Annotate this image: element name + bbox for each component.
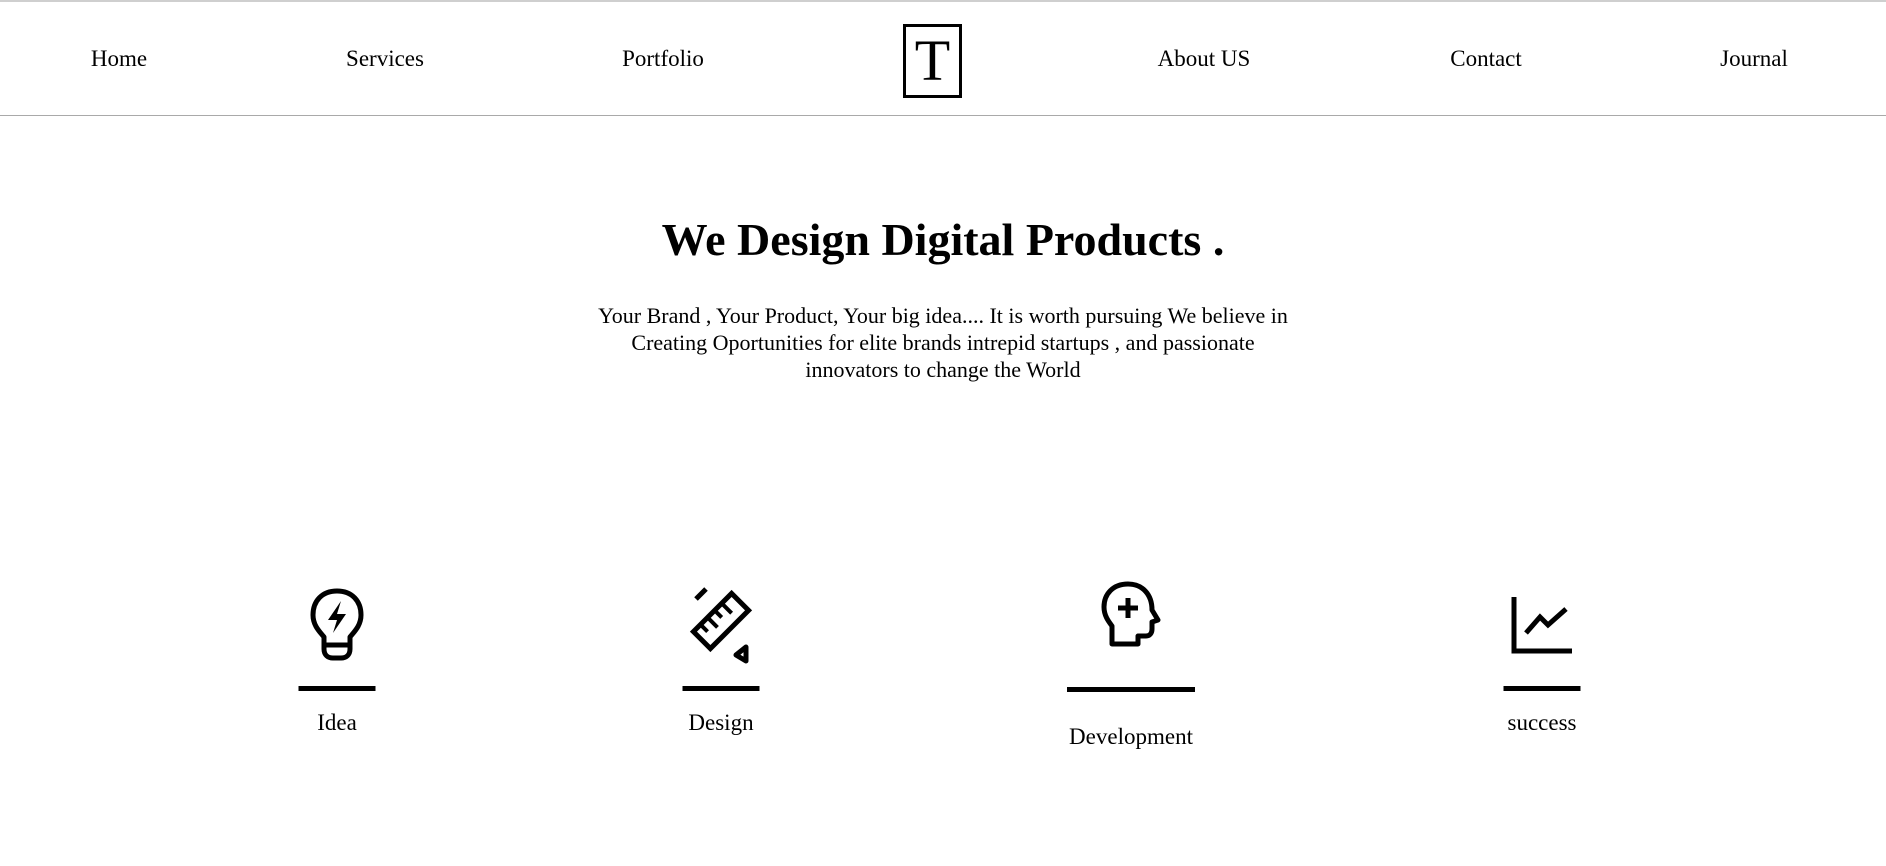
feature-idea-label: Idea [317, 710, 357, 735]
hero-description: Your Brand , Your Product, Your big idea… [598, 303, 1288, 382]
feature-development: Development [1066, 580, 1196, 755]
feature-design-divider [682, 686, 760, 691]
feature-development-divider [1067, 687, 1195, 692]
top-navigation: Home Services Portfolio T About US Conta… [0, 0, 1886, 116]
feature-success-divider [1503, 686, 1581, 691]
nav-contact[interactable]: Contact [1450, 45, 1522, 73]
feature-success-label: success [1507, 710, 1577, 735]
feature-success: success [1492, 585, 1592, 745]
head-plus-icon [1101, 581, 1161, 647]
nav-services[interactable]: Services [346, 45, 424, 73]
lightbulb-bolt-icon [310, 588, 364, 661]
page: Home Services Portfolio T About US Conta… [0, 0, 1886, 866]
feature-idea: Idea [287, 585, 387, 745]
nav-portfolio[interactable]: Portfolio [622, 45, 704, 73]
feature-design: Design [671, 585, 771, 745]
line-chart-icon [1511, 597, 1572, 654]
nav-journal[interactable]: Journal [1720, 45, 1788, 73]
feature-development-label: Development [1069, 724, 1193, 749]
logo[interactable]: T [903, 24, 962, 98]
nav-about-us[interactable]: About US [1158, 45, 1251, 73]
hero-title: We Design Digital Products . [661, 214, 1225, 265]
feature-design-label: Design [688, 710, 754, 735]
ruler-pencil-icon [689, 587, 753, 664]
nav-home[interactable]: Home [91, 45, 147, 73]
feature-idea-divider [298, 686, 376, 691]
